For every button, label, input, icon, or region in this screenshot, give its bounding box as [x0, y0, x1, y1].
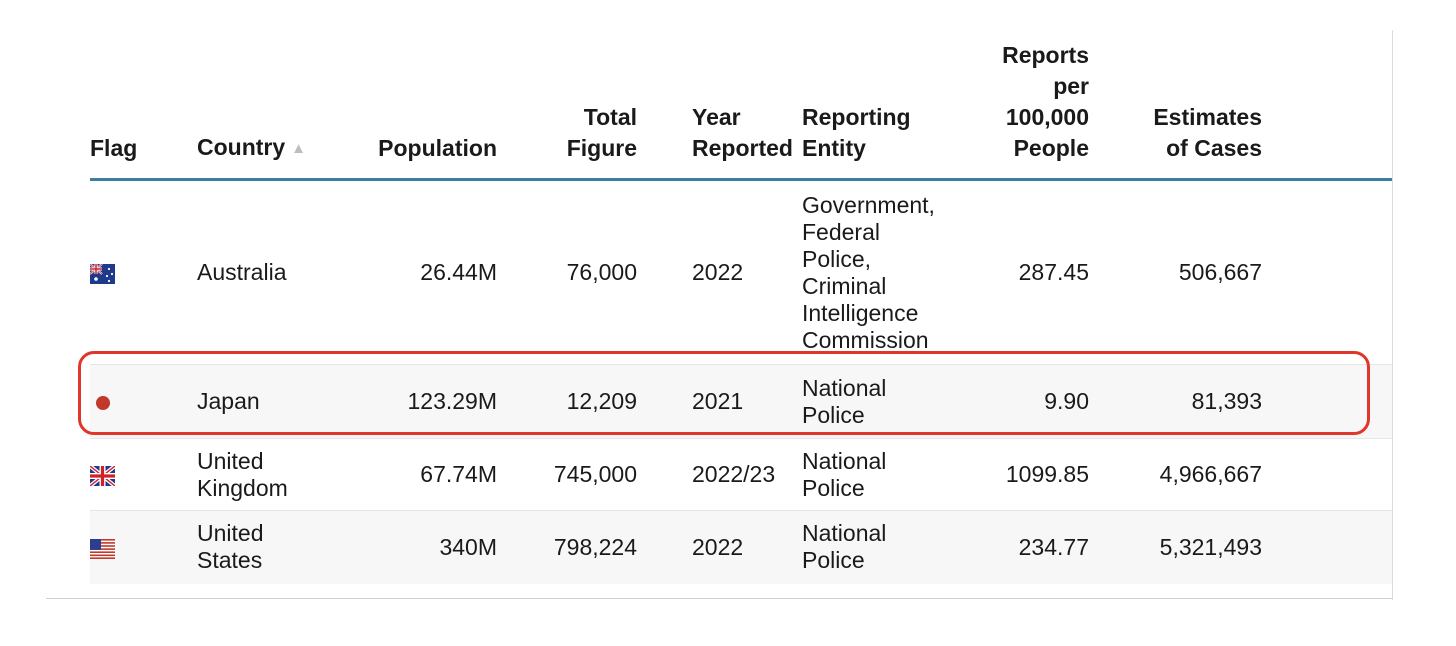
- total-figure-cell: 798,224: [497, 510, 637, 584]
- estimates-cell: 5,321,493: [1089, 510, 1262, 584]
- entity-cell: Government, Federal Police, Criminal Int…: [802, 191, 935, 353]
- header-year-reported-label: Year Reported: [692, 104, 793, 161]
- header-reports-per-100k-label: Reports per 100,000 People: [1002, 42, 1089, 161]
- total-figure-cell: 76,000: [566, 259, 637, 285]
- australia-flag-icon: [90, 263, 115, 284]
- header-spacer: [1262, 40, 1392, 181]
- total-figure-cell: 12,209: [497, 364, 637, 439]
- entity-cell: National Police: [802, 510, 952, 584]
- population-cell: 340M: [327, 510, 497, 584]
- header-estimates-of-cases-label: Estimates of Cases: [1153, 104, 1262, 161]
- country-cell: United Kingdom: [197, 438, 327, 511]
- country-cell: United States: [197, 510, 327, 584]
- data-table: Flag Country ▲ Population Total Figure Ye…: [90, 40, 1392, 584]
- table-row: Japan 123.29M 12,209 2021 National Polic…: [90, 364, 1392, 439]
- year-cell: 2022/23: [637, 438, 802, 511]
- table-header-row: Flag Country ▲ Population Total Figure Ye…: [90, 40, 1392, 181]
- population-cell: 67.74M: [327, 438, 497, 511]
- spacer-cell: [1262, 364, 1392, 439]
- table-frame-right-edge: [1392, 30, 1393, 600]
- population-cell: 123.29M: [327, 364, 497, 439]
- header-reporting-entity-label: Reporting Entity: [802, 104, 911, 161]
- year-cell: 2022: [637, 510, 802, 584]
- spacer-cell: [1262, 438, 1392, 511]
- header-total-figure-label: Total Figure: [566, 104, 637, 161]
- flag-cell: [90, 438, 197, 511]
- flag-cell: [90, 510, 197, 584]
- header-estimates-of-cases[interactable]: Estimates of Cases: [1089, 40, 1262, 181]
- table-row: United Kingdom 67.74M 745,000 2022/23 Na…: [90, 438, 1392, 511]
- spacer-cell: [1262, 510, 1392, 584]
- table-frame-bottom-edge: [46, 598, 1393, 599]
- header-reporting-entity[interactable]: Reporting Entity: [802, 40, 952, 181]
- flag-cell: [90, 364, 197, 439]
- year-cell: 2021: [637, 364, 802, 439]
- rate-cell: 234.77: [952, 510, 1089, 584]
- estimates-cell: 81,393: [1089, 364, 1262, 439]
- spacer-cell: [1262, 180, 1392, 365]
- table-row: Australia 26.44M 76,000 2022 Government,…: [90, 180, 1392, 365]
- header-population[interactable]: Population: [327, 40, 497, 181]
- header-total-figure[interactable]: Total Figure: [497, 40, 637, 181]
- sort-ascending-icon[interactable]: ▲: [291, 140, 306, 157]
- flag-cell: [90, 180, 197, 365]
- header-country-label: Country: [197, 134, 286, 160]
- japan-flag-icon: [96, 395, 110, 410]
- population-cell: 26.44M: [420, 259, 497, 285]
- header-flag[interactable]: Flag: [90, 40, 197, 181]
- total-figure-cell: 745,000: [497, 438, 637, 511]
- us-flag-icon: [90, 538, 115, 559]
- entity-cell: National Police: [802, 438, 952, 511]
- country-cell: Australia: [197, 259, 287, 285]
- header-reports-per-100k[interactable]: Reports per 100,000 People: [952, 40, 1089, 181]
- estimates-cell: 4,966,667: [1089, 438, 1262, 511]
- entity-cell: National Police: [802, 364, 952, 439]
- estimates-cell: 506,667: [1178, 259, 1262, 285]
- country-cell: Japan: [197, 364, 327, 439]
- rate-cell: 9.90: [952, 364, 1089, 439]
- rate-cell: 1099.85: [952, 438, 1089, 511]
- year-cell: 2022: [692, 259, 744, 285]
- header-country[interactable]: Country ▲: [197, 40, 327, 181]
- rate-cell: 287.45: [1018, 259, 1089, 285]
- table-row: United States 340M 798,224 2022 National…: [90, 510, 1392, 584]
- uk-flag-icon: [90, 465, 115, 486]
- header-year-reported[interactable]: Year Reported: [637, 40, 802, 181]
